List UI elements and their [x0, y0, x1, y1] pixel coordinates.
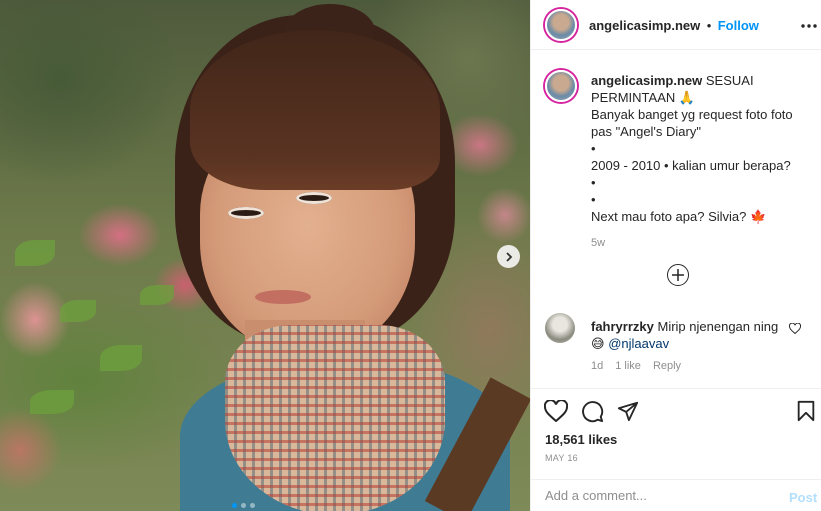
background-leaf [30, 390, 74, 414]
caption-age[interactable]: 5w [591, 235, 811, 252]
commenter-avatar[interactable] [545, 313, 575, 343]
more-options-icon [801, 24, 817, 28]
heart-icon [544, 400, 568, 422]
comment-age[interactable]: 1d [591, 360, 603, 372]
post-actions: 18,561 likes MAY 16 Post [531, 388, 821, 511]
chevron-right-icon [505, 251, 512, 262]
mouth [255, 290, 311, 304]
header-user-line: angelicasimp.new • Follow [589, 17, 759, 35]
comment-bubble-icon [581, 400, 603, 422]
caption-bullet: • [591, 141, 596, 156]
post-side-panel: angelicasimp.new • Follow angelicasimp.n… [530, 0, 821, 511]
post-photo[interactable] [0, 0, 530, 511]
scarf [225, 325, 445, 511]
comment-input[interactable] [545, 488, 775, 503]
eye [228, 207, 264, 219]
like-button[interactable] [543, 398, 569, 424]
background-leaf [15, 240, 55, 266]
plus-icon [672, 269, 684, 281]
post-date[interactable]: MAY 16 [545, 453, 578, 463]
comment-text: Mirip njenengan ning [657, 319, 779, 334]
hair-bangs [190, 30, 440, 190]
carousel-next-button[interactable] [497, 245, 520, 268]
author-avatar[interactable] [545, 9, 577, 41]
heart-icon [788, 322, 802, 335]
likes-count[interactable]: 18,561 likes [545, 432, 617, 447]
background-leaf [60, 300, 96, 322]
save-button[interactable] [793, 398, 819, 424]
add-comment-bar: Post [531, 479, 821, 511]
background-leaf [100, 345, 142, 371]
header-separator: • [706, 18, 712, 33]
load-more-comments-button[interactable] [667, 264, 689, 286]
carousel-dot [232, 503, 237, 508]
caption-line-3: 2009 - 2010 • kalian umur berapa? [591, 158, 791, 173]
comment-body: fahryrrzky Mirip njenengan ning 😅 @njlaa… [591, 318, 781, 352]
comment-likes[interactable]: 1 like [615, 360, 641, 372]
comment-reply-button[interactable]: Reply [653, 360, 681, 372]
carousel-dot [250, 503, 255, 508]
post-header: angelicasimp.new • Follow [531, 0, 821, 50]
paper-plane-icon [617, 401, 639, 422]
author-username[interactable]: angelicasimp.new [589, 18, 700, 33]
carousel-dots [232, 503, 255, 508]
sweat-smile-emoji: 😅 [591, 336, 605, 351]
caption-username[interactable]: angelicasimp.new [591, 73, 702, 88]
commenter-username[interactable]: fahryrrzky [591, 319, 654, 334]
comment-like-button[interactable] [788, 321, 802, 339]
share-button[interactable] [615, 398, 641, 424]
caption-line-4: Next mau foto apa? Silvia? [591, 209, 747, 224]
follow-button[interactable]: Follow [718, 18, 759, 33]
carousel-dot [241, 503, 246, 508]
comment-meta: 1d 1 like Reply [591, 360, 681, 372]
pray-emoji: 🙏 [678, 90, 696, 105]
comment-mention[interactable]: @njlaavav [608, 336, 669, 351]
caption-author-avatar[interactable] [545, 70, 577, 102]
ellipsis-icon[interactable] [801, 15, 817, 33]
background-leaf [140, 285, 174, 305]
maple-leaf-emoji: 🍁 [750, 209, 767, 224]
comment-button[interactable] [579, 398, 605, 424]
post-caption: angelicasimp.new SESUAI PERMINTAAN 🙏 Ban… [591, 72, 811, 252]
eye [296, 192, 332, 204]
post-comment-button[interactable]: Post [789, 490, 817, 505]
caption-line-2: Banyak banget yg request foto foto pas "… [591, 107, 793, 139]
bookmark-icon [797, 400, 815, 422]
caption-bullet: • [591, 175, 596, 190]
caption-bullet: • [591, 192, 596, 207]
